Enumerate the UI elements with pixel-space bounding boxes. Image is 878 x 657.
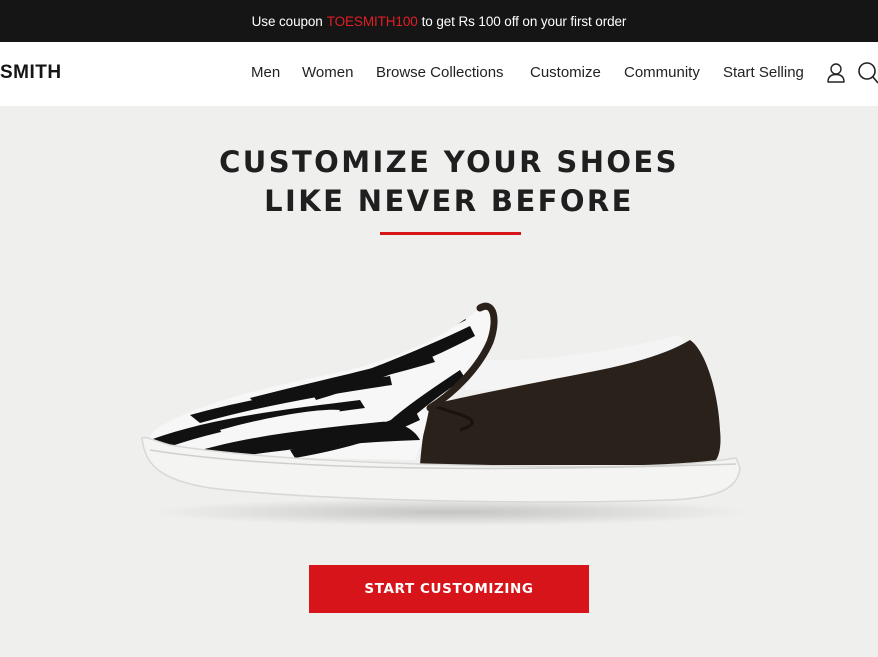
- heading-underline: [380, 232, 521, 235]
- coupon-code: TOESMITH100: [326, 13, 418, 29]
- hero-heading: CUSTOMIZE YOUR SHOES LIKE NEVER BEFORE: [0, 143, 878, 221]
- nav-item-customize[interactable]: Customize: [530, 64, 601, 81]
- site-logo[interactable]: SMITH: [0, 62, 62, 84]
- nav-item-browse-collections[interactable]: Browse Collections: [376, 64, 504, 81]
- nav-item-men[interactable]: Men: [251, 64, 280, 81]
- search-icon[interactable]: [857, 61, 878, 90]
- announcement-suffix: to get Rs 100 off on your first order: [421, 13, 627, 29]
- nav-item-start-selling[interactable]: Start Selling: [723, 64, 804, 81]
- announcement-bar: Use coupon TOESMITH100 to get Rs 100 off…: [0, 0, 878, 42]
- start-customizing-button[interactable]: START CUSTOMIZING: [309, 565, 589, 613]
- nav-item-community[interactable]: Community: [624, 64, 700, 81]
- shoe-image: [130, 290, 750, 545]
- hero-heading-line-2: LIKE NEVER BEFORE: [264, 184, 634, 218]
- user-icon[interactable]: [826, 62, 846, 89]
- nav-item-women[interactable]: Women: [302, 64, 353, 81]
- hero-heading-line-1: CUSTOMIZE YOUR SHOES: [219, 145, 679, 179]
- main-header: SMITH Men Women Browse Collections Custo…: [0, 42, 878, 106]
- announcement-prefix: Use coupon: [251, 13, 323, 29]
